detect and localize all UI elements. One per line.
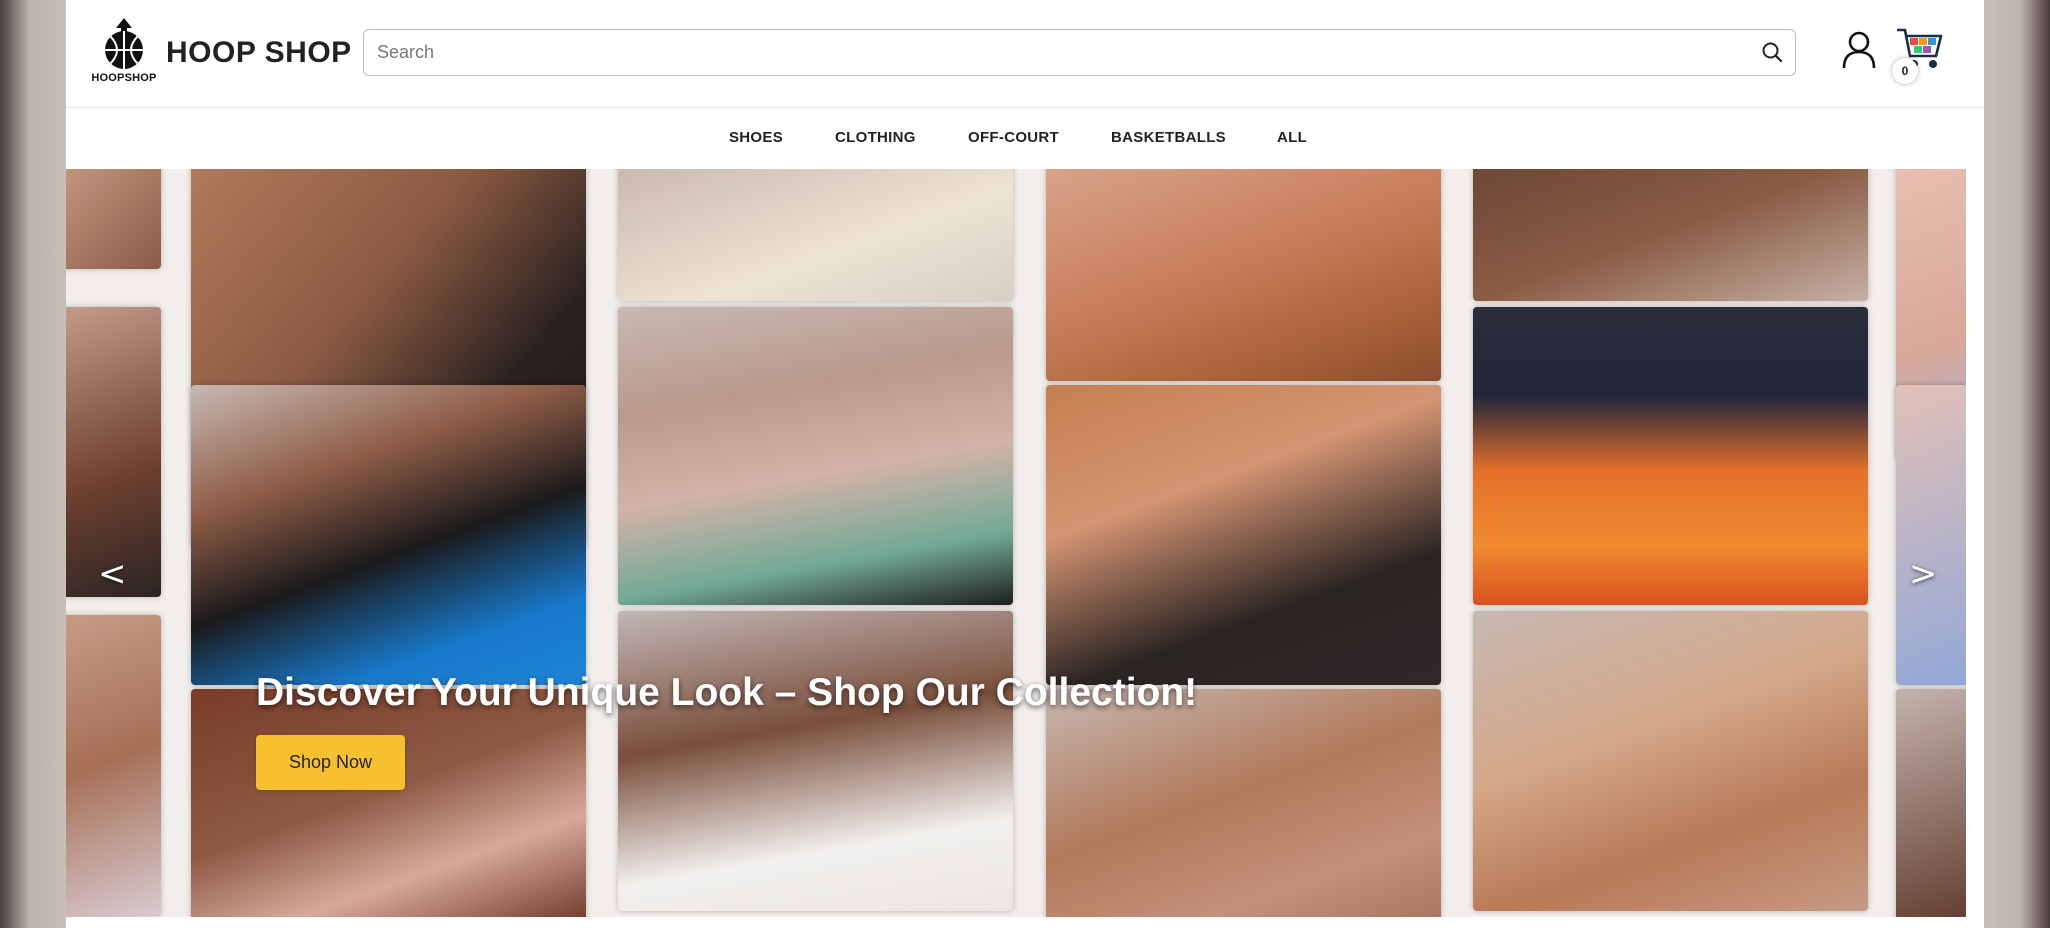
cart-count-badge: 0 (1892, 58, 1918, 84)
header: HOOPSHOP HOOP SHOP Search 0 (66, 0, 1984, 108)
shop-now-button[interactable]: Shop Now (256, 735, 405, 790)
nav-item-all[interactable]: ALL (1277, 129, 1307, 146)
hero-carousel: < > Discover Your Unique Look – Shop Our… (66, 169, 1966, 917)
user-icon[interactable] (1841, 30, 1877, 70)
nav-item-off-court[interactable]: OFF-COURT (968, 129, 1059, 146)
nav-item-shoes[interactable]: SHOES (729, 129, 783, 146)
nav-item-clothing[interactable]: CLOTHING (835, 129, 916, 146)
cart-button[interactable]: 0 (1892, 26, 1946, 84)
page: HOOPSHOP HOOP SHOP Search 0 SHOES CLOTHI… (66, 0, 1984, 928)
basketball-logo-icon (105, 18, 143, 69)
search-icon[interactable] (1761, 41, 1783, 63)
search-input[interactable] (377, 30, 1747, 74)
nav-item-basketballs[interactable]: BASKETBALLS (1111, 129, 1226, 146)
brand-name[interactable]: HOOP SHOP (166, 36, 352, 70)
carousel-next-button[interactable]: > (1909, 554, 1938, 594)
logo-text: HOOPSHOP (91, 72, 157, 84)
search-bar (363, 29, 1796, 76)
carousel-prev-button[interactable]: < (98, 554, 127, 594)
logo[interactable]: HOOPSHOP (88, 18, 160, 88)
main-nav: SHOES CLOTHING OFF-COURT BASKETBALLS ALL (66, 109, 1984, 169)
hero-headline: Discover Your Unique Look – Shop Our Col… (256, 671, 1198, 714)
